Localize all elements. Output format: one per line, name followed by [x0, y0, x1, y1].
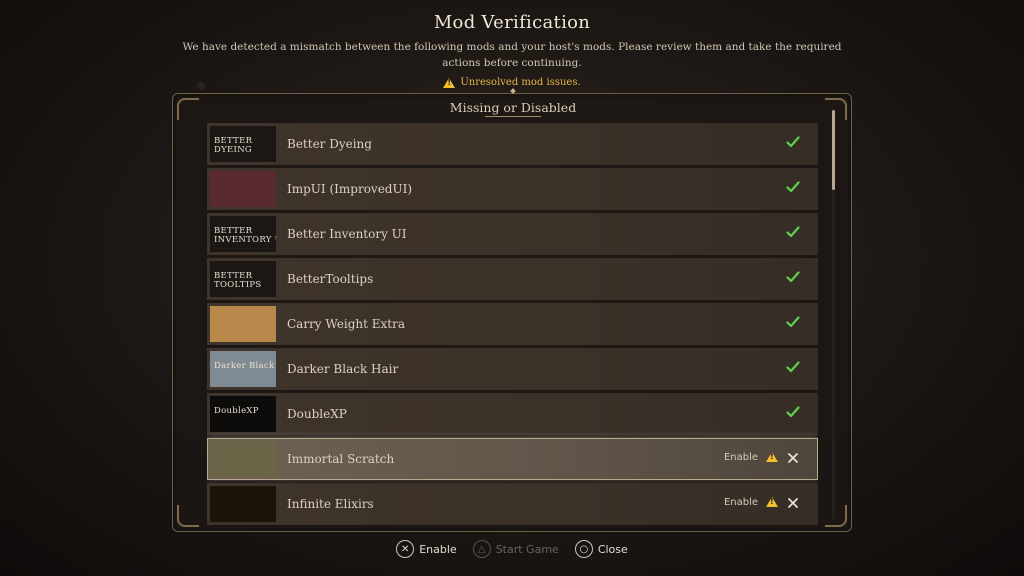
mod-row[interactable]: Infinite Elixirs Enable [207, 483, 818, 525]
enable-action-label[interactable]: Enable [724, 497, 758, 508]
corner-ornament [825, 505, 847, 527]
mod-row[interactable]: Carry Weight Extra [207, 303, 818, 345]
circle-button-icon: ○ [574, 540, 593, 558]
mod-thumbnail-text: BETTER TOOLTIPS [214, 271, 262, 290]
close-button[interactable]: ○ Close [574, 540, 628, 558]
mod-list-panel: Missing or Disabled BETTER DYEING Better … [172, 88, 852, 532]
scrollbar-thumb[interactable] [832, 110, 835, 190]
mod-row[interactable]: BETTER INVENTORY UI Better Inventory UI [207, 213, 818, 255]
mod-name: ImpUI (ImprovedUI) [287, 182, 413, 196]
corner-ornament [177, 505, 199, 527]
mod-name: Better Inventory UI [287, 227, 407, 241]
scrollbar-track[interactable] [832, 110, 835, 520]
mod-name: Immortal Scratch [287, 452, 395, 466]
mod-thumbnail-text: BETTER DYEING [214, 136, 253, 155]
triangle-button-icon: △ [472, 540, 491, 558]
mod-thumbnail: BETTER TOOLTIPS [210, 261, 276, 297]
mod-row[interactable]: BETTER TOOLTIPS BetterTooltips [207, 258, 818, 300]
mod-row[interactable]: BETTER DYEING Better Dyeing [207, 123, 818, 165]
mod-thumbnail: DoubleXP [210, 396, 276, 432]
header: Mod Verification We have detected a mism… [0, 12, 1024, 88]
section-underline [485, 116, 541, 117]
mod-status [786, 405, 800, 419]
mod-name: Darker Black Hair [287, 362, 399, 376]
enable-action-label[interactable]: Enable [724, 452, 758, 463]
start-game-button[interactable]: △ Start Game [472, 540, 559, 558]
mod-thumbnail: BETTER DYEING [210, 126, 276, 162]
mod-name: Infinite Elixirs [287, 497, 374, 511]
mod-name: Carry Weight Extra [287, 317, 405, 331]
mod-thumbnail-text: BETTER INVENTORY UI [214, 226, 276, 245]
mod-thumbnail [210, 441, 276, 477]
cross-button-icon: ✕ [396, 540, 415, 558]
mod-row[interactable]: Immortal Scratch Enable [207, 438, 818, 480]
mod-status [786, 360, 800, 374]
enable-button[interactable]: ✕ Enable [396, 540, 457, 558]
page-title: Mod Verification [433, 12, 591, 33]
mod-name: DoubleXP [287, 407, 347, 421]
mod-row[interactable]: ImpUI (ImprovedUI) [207, 168, 818, 210]
check-icon [786, 405, 800, 419]
close-icon [786, 495, 800, 509]
mod-status [786, 225, 800, 239]
mod-thumbnail-text: DoubleXP [214, 406, 259, 416]
mod-status [786, 180, 800, 194]
mod-thumbnail: BETTER INVENTORY UI [210, 216, 276, 252]
mod-list: BETTER DYEING Better Dyeing ImpUI (Improve… [207, 123, 818, 525]
check-icon [786, 315, 800, 329]
warning-icon [443, 77, 456, 88]
mod-thumbnail [210, 171, 276, 207]
mod-status [786, 270, 800, 284]
close-button-label: Close [597, 542, 628, 556]
mod-row[interactable]: Darker Black Hair Darker Black Hair [207, 348, 818, 390]
unresolved-warning-text: Unresolved mod issues. [460, 77, 581, 88]
mod-row[interactable]: DoubleXP DoubleXP [207, 393, 818, 435]
section-title: Missing or Disabled [449, 100, 577, 115]
mod-status: Enable [724, 450, 800, 464]
mod-status: Enable [724, 495, 800, 509]
mod-status [786, 315, 800, 329]
check-icon [786, 135, 800, 149]
mod-status [786, 135, 800, 149]
close-icon [786, 450, 800, 464]
mod-name: BetterTooltips [287, 272, 374, 286]
warning-icon [766, 497, 778, 507]
mod-thumbnail [210, 486, 276, 522]
enable-button-label: Enable [419, 542, 457, 556]
check-icon [786, 360, 800, 374]
check-icon [786, 180, 800, 194]
check-icon [786, 270, 800, 284]
mod-thumbnail-text: Darker Black Hair [214, 361, 275, 371]
unresolved-warning: Unresolved mod issues. [0, 77, 1024, 88]
mod-thumbnail [210, 306, 276, 342]
footer-button-bar: ✕ Enable △ Start Game ○ Close [0, 540, 1024, 558]
mismatch-description: We have detected a mismatch between the … [182, 41, 842, 69]
mod-thumbnail: Darker Black Hair [210, 351, 276, 387]
panel-notch-ornament [510, 88, 516, 94]
check-icon [786, 225, 800, 239]
start-game-button-label: Start Game [495, 542, 559, 556]
mod-name: Better Dyeing [287, 137, 372, 151]
warning-icon [766, 452, 778, 462]
